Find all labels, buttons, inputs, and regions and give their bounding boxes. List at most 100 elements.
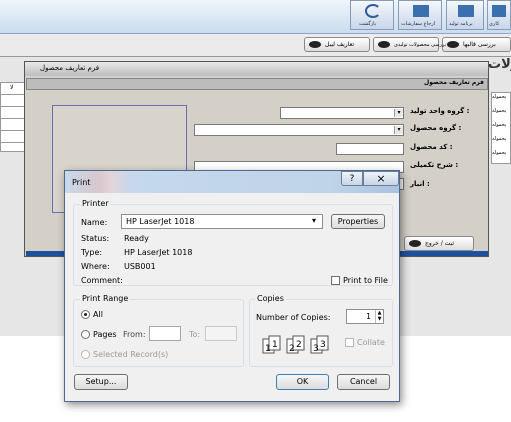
range-selected-label: Selected Record(s)	[93, 350, 169, 359]
print-dialog-title: Print	[72, 178, 91, 187]
spin-arrows-icon: ▲ ▼	[375, 310, 383, 323]
left-side-row	[0, 142, 26, 143]
orders-icon	[413, 5, 429, 17]
collate-checkbox[interactable]	[345, 338, 354, 347]
toolbar-work-button[interactable]: کاری	[487, 0, 511, 30]
from-label: From:	[123, 330, 146, 339]
unit-group-label: گروه واحد تولید :	[410, 107, 470, 115]
unit-group-select[interactable]: ▾	[280, 107, 404, 119]
right-side-cell: یحموله	[492, 136, 507, 142]
left-side-row	[0, 130, 26, 131]
copies-value: 1	[366, 312, 372, 321]
right-side-cell: یحموله	[492, 108, 507, 114]
exit-button[interactable]: ثبت / خروج	[404, 236, 474, 251]
product-form-window-title: فرم تعاریف محصول	[40, 64, 100, 72]
toolbar-back-label: بازگشت	[359, 21, 377, 27]
chevron-down-icon: ▾	[394, 126, 403, 134]
from-input[interactable]	[149, 326, 181, 341]
setup-button[interactable]: Setup...	[74, 374, 128, 390]
right-side-cell: یحموله	[492, 122, 507, 128]
toolbar-back-button[interactable]: بازگشت	[350, 0, 394, 30]
product-code-field[interactable]	[336, 143, 404, 155]
toolbar-plan-label: برنامه تولید	[449, 21, 473, 27]
help-icon: ?	[349, 174, 355, 184]
close-button[interactable]: ×	[363, 171, 399, 186]
collate-icon: 1 1 2 2 3 3	[262, 334, 334, 356]
print-range-label: Print Range	[80, 294, 131, 303]
printer-group-label: Printer	[80, 199, 111, 208]
work-icon	[492, 5, 506, 17]
warehouse-label: انبار :	[410, 180, 430, 188]
product-code-label: کد محصول :	[410, 143, 453, 151]
properties-button[interactable]: Properties	[331, 214, 385, 229]
collate-label: Collate	[357, 338, 385, 347]
right-side-cell: یحموله	[492, 94, 507, 100]
product-group-select[interactable]: ▾	[194, 124, 404, 136]
close-icon: ×	[376, 172, 386, 185]
to-input[interactable]	[205, 326, 237, 341]
comment-label: Comment:	[81, 276, 123, 285]
description-label: شرح تکمیلی :	[410, 161, 459, 169]
svg-text:3: 3	[320, 340, 326, 350]
toolbar-plan-button[interactable]: برنامه تولید	[446, 0, 484, 30]
radio-selected-dot	[84, 313, 87, 316]
right-side-cell: یحموله	[492, 150, 507, 156]
toolbar-work-label: کاری	[489, 21, 500, 27]
subbar-check-molds-dot	[447, 41, 459, 48]
subbar-labels-dot	[309, 41, 321, 48]
svg-text:1: 1	[272, 340, 278, 350]
exit-button-dot	[409, 240, 421, 247]
svg-text:3: 3	[313, 344, 319, 354]
back-icon	[365, 4, 381, 18]
svg-text:1: 1	[265, 344, 271, 354]
subbar-check-products-button[interactable]: بررسی محصولات تولیدی	[373, 37, 446, 52]
background-title: ولات	[488, 57, 511, 72]
ok-button-label: OK	[296, 377, 309, 386]
subbar-labels-button[interactable]: تعاریف لیبل	[304, 37, 370, 52]
subbar-check-molds-button[interactable]: بررسی قالبها	[442, 37, 511, 52]
number-of-copies-label: Number of Copies:	[256, 313, 331, 322]
where-label: Where:	[81, 262, 110, 271]
toolbar-orders-button[interactable]: ارجاع سفارشات	[398, 0, 442, 30]
type-label: Type:	[81, 248, 103, 257]
printer-name-select[interactable]: HP LaserJet 1018 ▾	[121, 214, 323, 229]
print-to-file-label: Print to File	[343, 276, 388, 285]
cancel-button[interactable]: Cancel	[337, 374, 390, 390]
where-value: USB001	[124, 262, 156, 271]
help-button[interactable]: ?	[341, 171, 363, 186]
subbar-check-products-dot	[378, 41, 390, 48]
subbar-labels-label: تعاریف لیبل	[325, 41, 355, 48]
range-all-label: All	[93, 310, 103, 319]
print-to-file-checkbox[interactable]	[331, 276, 340, 285]
product-group-label: گروه محصول :	[410, 124, 462, 132]
subbar-check-products-label: بررسی محصولات تولیدی	[394, 42, 447, 48]
status-label: Status:	[81, 234, 110, 243]
plan-icon	[458, 5, 474, 17]
properties-button-label: Properties	[337, 217, 379, 226]
svg-text:2: 2	[296, 340, 302, 350]
printer-name-value: HP LaserJet 1018	[126, 217, 195, 226]
status-value: Ready	[124, 234, 149, 243]
to-label: To:	[189, 330, 201, 339]
copies-label: Copies	[255, 294, 286, 303]
range-pages-radio[interactable]	[81, 330, 90, 339]
chevron-down-icon: ▾	[312, 216, 317, 225]
cancel-button-label: Cancel	[349, 377, 378, 386]
ok-button[interactable]: OK	[276, 374, 329, 390]
range-all-radio[interactable]	[81, 310, 90, 319]
product-form-header	[26, 78, 488, 90]
printer-name-label: Name:	[81, 218, 108, 227]
type-value: HP LaserJet 1018	[124, 248, 193, 257]
copies-input[interactable]: 1 ▲ ▼	[346, 309, 384, 324]
left-side-row	[0, 94, 26, 95]
setup-button-label: Setup...	[85, 377, 117, 386]
chevron-down-icon: ▾	[394, 109, 403, 117]
left-side-row	[0, 118, 26, 119]
svg-text:2: 2	[289, 344, 295, 354]
left-side-row	[0, 106, 26, 107]
left-side-label: لا	[10, 84, 14, 91]
subbar-check-molds-label: بررسی قالبها	[463, 41, 496, 48]
toolbar-orders-label: ارجاع سفارشات	[401, 21, 436, 27]
exit-button-label: ثبت / خروج	[425, 240, 454, 247]
range-selected-radio[interactable]	[81, 350, 90, 359]
